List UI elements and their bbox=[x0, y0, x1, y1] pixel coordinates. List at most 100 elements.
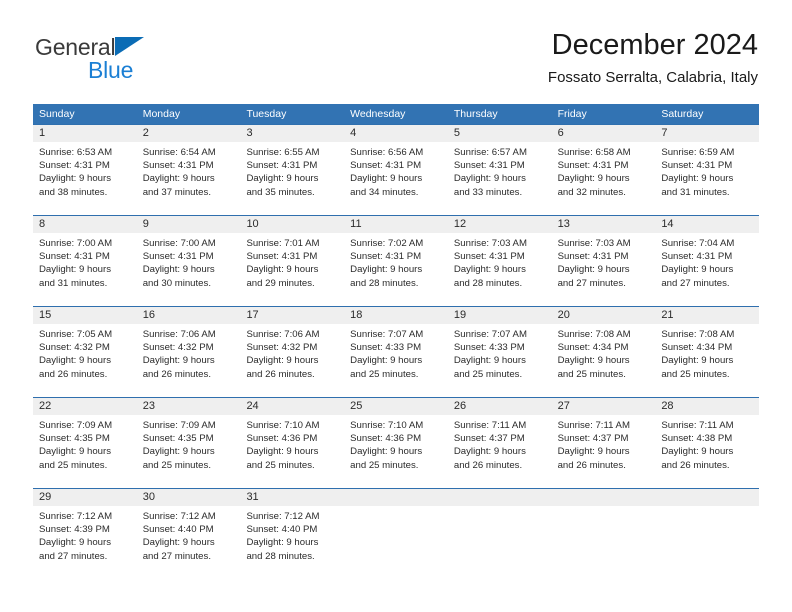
day-number[interactable]: 28 bbox=[655, 398, 759, 415]
day-cell[interactable]: Sunrise: 7:06 AM Sunset: 4:32 PM Dayligh… bbox=[137, 324, 241, 397]
day-cell[interactable]: Sunrise: 7:09 AM Sunset: 4:35 PM Dayligh… bbox=[137, 415, 241, 488]
day-cell[interactable]: Sunrise: 7:05 AM Sunset: 4:32 PM Dayligh… bbox=[33, 324, 137, 397]
sunrise-text: Sunrise: 6:59 AM bbox=[661, 147, 735, 158]
day-number[interactable]: 15 bbox=[33, 307, 137, 324]
daylight-text-line2: and 27 minutes. bbox=[142, 550, 211, 562]
day-number[interactable]: 7 bbox=[655, 125, 759, 142]
day-cell[interactable]: Sunrise: 6:53 AM Sunset: 4:31 PM Dayligh… bbox=[33, 142, 137, 215]
sunrise-text: Sunrise: 7:03 AM bbox=[557, 238, 631, 249]
day-cell[interactable]: Sunrise: 6:58 AM Sunset: 4:31 PM Dayligh… bbox=[552, 142, 656, 215]
day-number[interactable]: 6 bbox=[552, 125, 656, 142]
day-cell[interactable]: Sunrise: 7:01 AM Sunset: 4:31 PM Dayligh… bbox=[240, 233, 344, 306]
daylight-text-line2: and 26 minutes. bbox=[661, 459, 730, 471]
day-cell[interactable]: Sunrise: 7:04 AM Sunset: 4:31 PM Dayligh… bbox=[655, 233, 759, 306]
day-cell[interactable]: Sunrise: 6:59 AM Sunset: 4:31 PM Dayligh… bbox=[655, 142, 759, 215]
day-number[interactable]: 17 bbox=[240, 307, 344, 324]
daylight-text-line2: and 25 minutes. bbox=[350, 459, 419, 471]
day-number[interactable]: 21 bbox=[655, 307, 759, 324]
sunset-text: Sunset: 4:31 PM bbox=[557, 251, 629, 263]
day-cell[interactable]: Sunrise: 7:10 AM Sunset: 4:36 PM Dayligh… bbox=[240, 415, 344, 488]
page-title: December 2024 bbox=[551, 29, 758, 61]
day-cell[interactable]: Sunrise: 6:57 AM Sunset: 4:31 PM Dayligh… bbox=[448, 142, 552, 215]
sunrise-text: Sunrise: 7:01 AM bbox=[246, 238, 320, 249]
daylight-text-line2: and 35 minutes. bbox=[246, 186, 315, 198]
generalblue-logo[interactable]: General Blue bbox=[35, 34, 275, 86]
day-cell[interactable]: Sunrise: 7:10 AM Sunset: 4:36 PM Dayligh… bbox=[344, 415, 448, 488]
daylight-text-line2: and 25 minutes. bbox=[453, 368, 523, 380]
day-number[interactable]: 19 bbox=[448, 307, 552, 324]
daylight-text-line1: Daylight: 9 hours bbox=[39, 537, 111, 549]
day-cell[interactable]: Sunrise: 7:00 AM Sunset: 4:31 PM Dayligh… bbox=[137, 233, 241, 306]
day-number[interactable]: 12 bbox=[448, 216, 552, 233]
daylight-text-line2: and 25 minutes. bbox=[142, 459, 211, 471]
day-cell[interactable]: Sunrise: 7:07 AM Sunset: 4:33 PM Dayligh… bbox=[344, 324, 448, 397]
day-number[interactable]: 13 bbox=[552, 216, 656, 233]
day-cell[interactable]: Sunrise: 7:11 AM Sunset: 4:37 PM Dayligh… bbox=[552, 415, 656, 488]
sunset-text: Sunset: 4:32 PM bbox=[39, 342, 110, 354]
daylight-text-line1: Daylight: 9 hours bbox=[453, 446, 526, 458]
day-number[interactable]: 5 bbox=[448, 125, 552, 142]
daylight-text-line2: and 27 minutes. bbox=[661, 277, 730, 289]
sunset-text: Sunset: 4:32 PM bbox=[246, 342, 318, 354]
day-number[interactable]: 23 bbox=[137, 398, 241, 415]
day-cell[interactable]: Sunrise: 6:54 AM Sunset: 4:31 PM Dayligh… bbox=[137, 142, 241, 215]
day-number[interactable]: 1 bbox=[33, 125, 137, 142]
day-number[interactable]: 30 bbox=[137, 489, 241, 506]
day-cell[interactable]: Sunrise: 7:00 AM Sunset: 4:31 PM Dayligh… bbox=[33, 233, 137, 306]
daylight-text-line2: and 26 minutes. bbox=[453, 459, 523, 471]
day-cell[interactable]: Sunrise: 7:08 AM Sunset: 4:34 PM Dayligh… bbox=[552, 324, 656, 397]
day-cell[interactable]: Sunrise: 7:06 AM Sunset: 4:32 PM Dayligh… bbox=[240, 324, 344, 397]
title-block: December 2024 Fossato Serralta, Calabria… bbox=[548, 28, 758, 88]
day-cell[interactable]: Sunrise: 6:56 AM Sunset: 4:31 PM Dayligh… bbox=[344, 142, 448, 215]
day-number[interactable]: 11 bbox=[344, 216, 448, 233]
day-cell[interactable]: Sunrise: 7:09 AM Sunset: 4:35 PM Dayligh… bbox=[33, 415, 137, 488]
day-cell[interactable]: Sunrise: 7:11 AM Sunset: 4:38 PM Dayligh… bbox=[655, 415, 759, 488]
day-number[interactable]: 3 bbox=[240, 125, 344, 142]
day-number[interactable]: 22 bbox=[33, 398, 137, 415]
daylight-text-line2: and 28 minutes. bbox=[350, 277, 419, 289]
day-cell[interactable]: Sunrise: 7:07 AM Sunset: 4:33 PM Dayligh… bbox=[448, 324, 552, 397]
daylight-text-line1: Daylight: 9 hours bbox=[246, 446, 319, 458]
calendar-week-row: 15 16 17 18 19 20 21 Sunrise: 7:05 AM Su… bbox=[33, 306, 759, 397]
day-number[interactable]: 29 bbox=[33, 489, 137, 506]
day-number[interactable]: 24 bbox=[240, 398, 344, 415]
day-number[interactable]: 16 bbox=[137, 307, 241, 324]
sunset-text: Sunset: 4:31 PM bbox=[39, 251, 110, 263]
daylight-text-line1: Daylight: 9 hours bbox=[246, 537, 319, 549]
day-number[interactable]: 14 bbox=[655, 216, 759, 233]
sunset-text: Sunset: 4:31 PM bbox=[350, 160, 422, 172]
day-cell[interactable]: Sunrise: 7:02 AM Sunset: 4:31 PM Dayligh… bbox=[344, 233, 448, 306]
day-cell[interactable]: Sunrise: 7:08 AM Sunset: 4:34 PM Dayligh… bbox=[655, 324, 759, 397]
day-cell[interactable]: Sunrise: 7:03 AM Sunset: 4:31 PM Dayligh… bbox=[448, 233, 552, 306]
logo-text-blue: Blue bbox=[88, 57, 134, 83]
day-cell[interactable]: Sunrise: 7:12 AM Sunset: 4:39 PM Dayligh… bbox=[33, 506, 137, 579]
day-number[interactable]: 18 bbox=[344, 307, 448, 324]
day-cell[interactable]: Sunrise: 7:12 AM Sunset: 4:40 PM Dayligh… bbox=[137, 506, 241, 579]
day-number[interactable]: 27 bbox=[552, 398, 656, 415]
daylight-text-line2: and 25 minutes. bbox=[661, 368, 730, 380]
day-number[interactable]: 10 bbox=[240, 216, 344, 233]
daylight-text-line1: Daylight: 9 hours bbox=[142, 355, 215, 367]
day-number[interactable]: 9 bbox=[137, 216, 241, 233]
day-cell[interactable]: Sunrise: 6:55 AM Sunset: 4:31 PM Dayligh… bbox=[240, 142, 344, 215]
day-number[interactable]: 20 bbox=[552, 307, 656, 324]
sunset-text: Sunset: 4:31 PM bbox=[246, 160, 318, 172]
daylight-text-line1: Daylight: 9 hours bbox=[142, 264, 215, 276]
day-number[interactable]: 26 bbox=[448, 398, 552, 415]
day-cell-empty bbox=[655, 506, 759, 579]
day-number[interactable]: 25 bbox=[344, 398, 448, 415]
day-cell[interactable]: Sunrise: 7:11 AM Sunset: 4:37 PM Dayligh… bbox=[448, 415, 552, 488]
day-number[interactable]: 8 bbox=[33, 216, 137, 233]
week-daynumber-band: 1 2 3 4 5 6 7 bbox=[33, 124, 759, 142]
day-cell[interactable]: Sunrise: 7:03 AM Sunset: 4:31 PM Dayligh… bbox=[552, 233, 656, 306]
daylight-text-line1: Daylight: 9 hours bbox=[142, 537, 215, 549]
day-cell[interactable]: Sunrise: 7:12 AM Sunset: 4:40 PM Dayligh… bbox=[240, 506, 344, 579]
day-number[interactable]: 4 bbox=[344, 125, 448, 142]
sunrise-text: Sunrise: 7:06 AM bbox=[246, 329, 320, 340]
calendar-week-row: 22 23 24 25 26 27 28 Sunrise: 7:09 AM Su… bbox=[33, 397, 759, 488]
day-number[interactable]: 2 bbox=[137, 125, 241, 142]
daylight-text-line2: and 38 minutes. bbox=[39, 186, 108, 198]
weekday-header-wednesday: Wednesday bbox=[350, 108, 406, 120]
day-number[interactable]: 31 bbox=[240, 489, 344, 506]
daylight-text-line2: and 27 minutes. bbox=[39, 550, 108, 562]
